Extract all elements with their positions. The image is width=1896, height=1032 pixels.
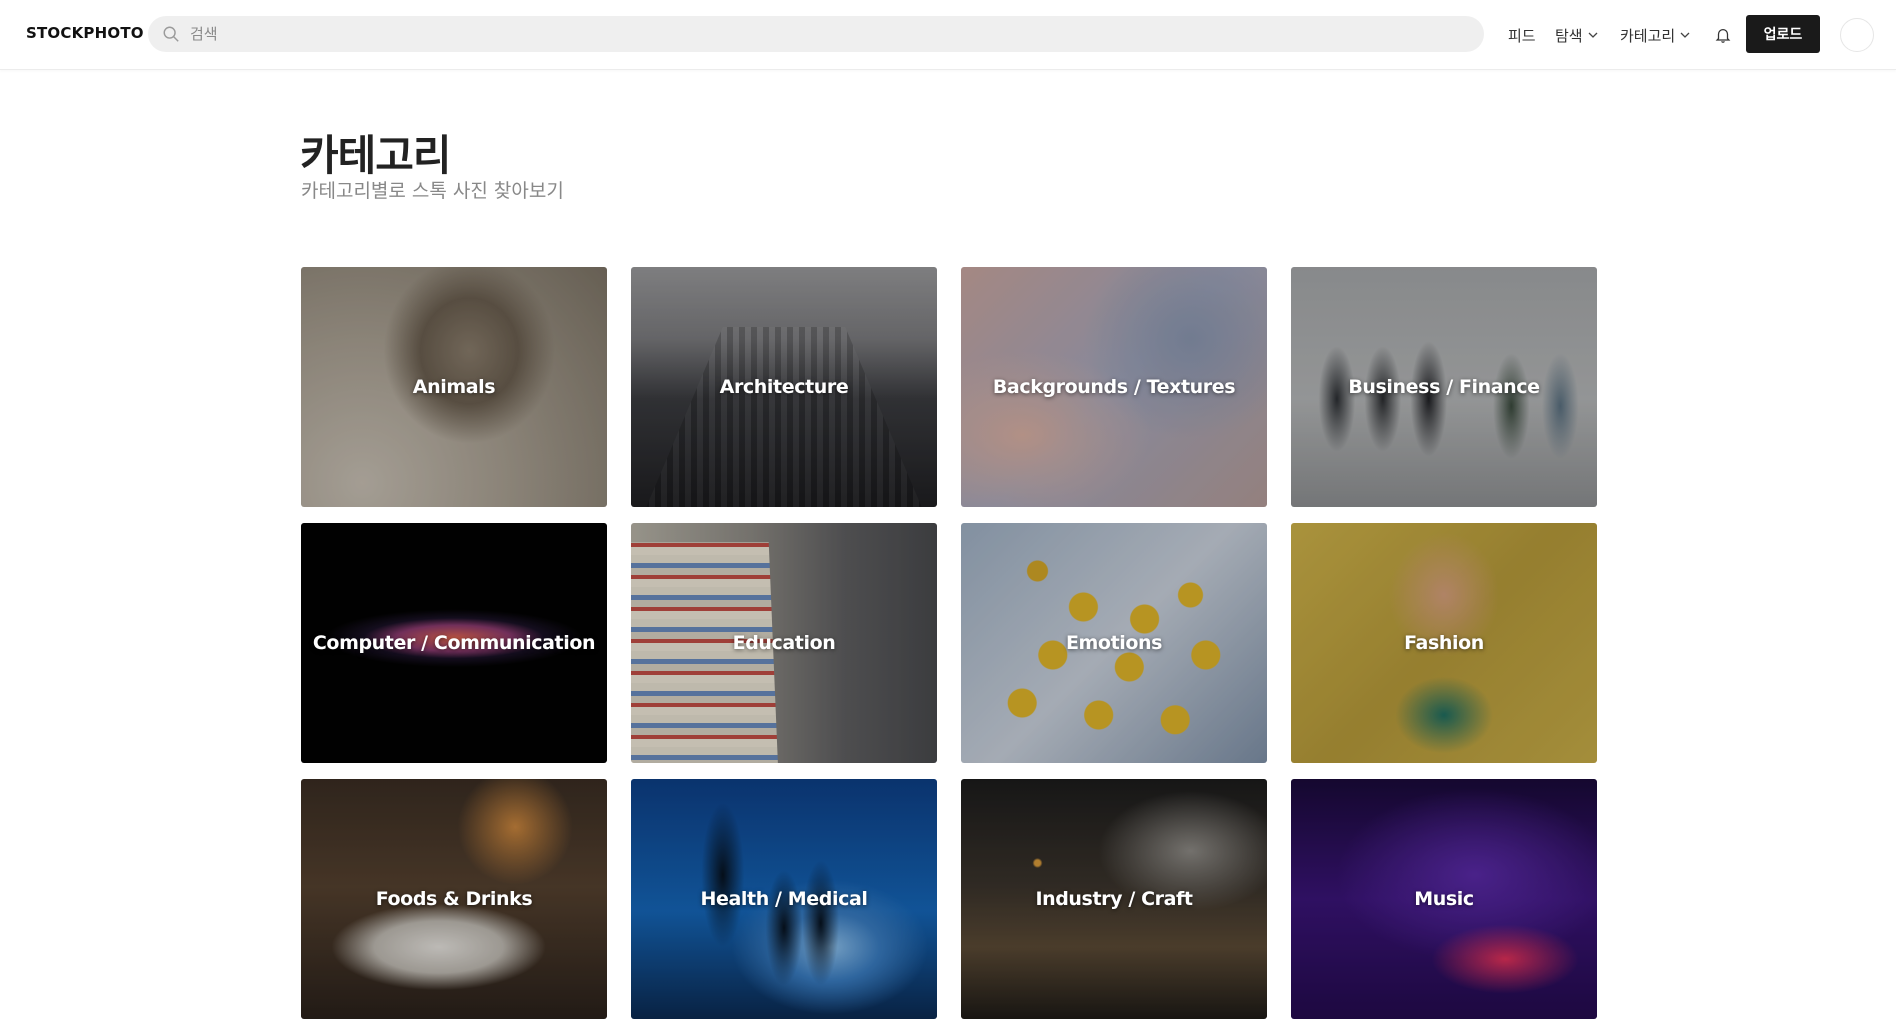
category-card-business-finance[interactable]: Business / Finance (1291, 267, 1597, 507)
site-logo[interactable]: STOCKPHOTO (26, 24, 144, 42)
category-card-architecture[interactable]: Architecture (631, 267, 937, 507)
bell-icon[interactable] (1714, 26, 1732, 44)
category-card-backgrounds-textures[interactable]: Backgrounds / Textures (961, 267, 1267, 507)
category-card-fashion[interactable]: Fashion (1291, 523, 1597, 763)
notifications[interactable] (1714, 0, 1732, 70)
search-icon (162, 25, 180, 43)
search-input[interactable] (190, 16, 1484, 52)
nav-explore-dropdown[interactable]: 탐색 (1555, 25, 1599, 46)
upload-button[interactable]: 업로드 (1746, 15, 1820, 53)
category-card-foods-drinks[interactable]: Foods & Drinks (301, 779, 607, 1019)
category-label: Emotions (1065, 632, 1163, 654)
category-label: Music (1414, 888, 1474, 910)
category-label: Computer / Communication (312, 632, 596, 654)
category-label: Architecture (719, 376, 849, 398)
page-title: 카테고리 (300, 131, 452, 180)
nav-explore[interactable]: 탐색 (1555, 0, 1599, 70)
category-card-music[interactable]: Music (1291, 779, 1597, 1019)
category-label: Animals (412, 376, 496, 398)
category-card-education[interactable]: Education (631, 523, 937, 763)
category-label: Health / Medical (700, 888, 868, 910)
nav-category[interactable]: 카테고리 (1620, 0, 1691, 70)
category-label: Backgrounds / Textures (992, 376, 1236, 398)
category-card-emotions[interactable]: Emotions (961, 523, 1267, 763)
category-card-health-medical[interactable]: Health / Medical (631, 779, 937, 1019)
category-card-animals[interactable]: Animals (301, 267, 607, 507)
nav-category-label: 카테고리 (1620, 26, 1676, 45)
nav-explore-label: 탐색 (1555, 26, 1583, 45)
avatar[interactable] (1840, 18, 1874, 52)
category-label: Industry / Craft (1035, 888, 1193, 910)
nav-category-dropdown[interactable]: 카테고리 (1620, 25, 1691, 46)
search-bar[interactable] (148, 16, 1484, 52)
category-label: Business / Finance (1348, 376, 1540, 398)
chevron-down-icon (1679, 29, 1691, 41)
nav-feed-label[interactable]: 피드 (1508, 25, 1536, 46)
nav-feed[interactable]: 피드 (1508, 0, 1536, 70)
chevron-down-icon (1587, 29, 1599, 41)
category-card-industry-craft[interactable]: Industry / Craft (961, 779, 1267, 1019)
page-subtitle: 카테고리별로 스톡 사진 찾아보기 (301, 180, 564, 202)
category-label: Education (732, 632, 836, 654)
category-label: Foods & Drinks (375, 888, 533, 910)
category-label: Fashion (1404, 632, 1484, 654)
top-navbar: STOCKPHOTO 피드 탐색 카테고리 (0, 0, 1896, 70)
category-card-computer-communication[interactable]: Computer / Communication (301, 523, 607, 763)
